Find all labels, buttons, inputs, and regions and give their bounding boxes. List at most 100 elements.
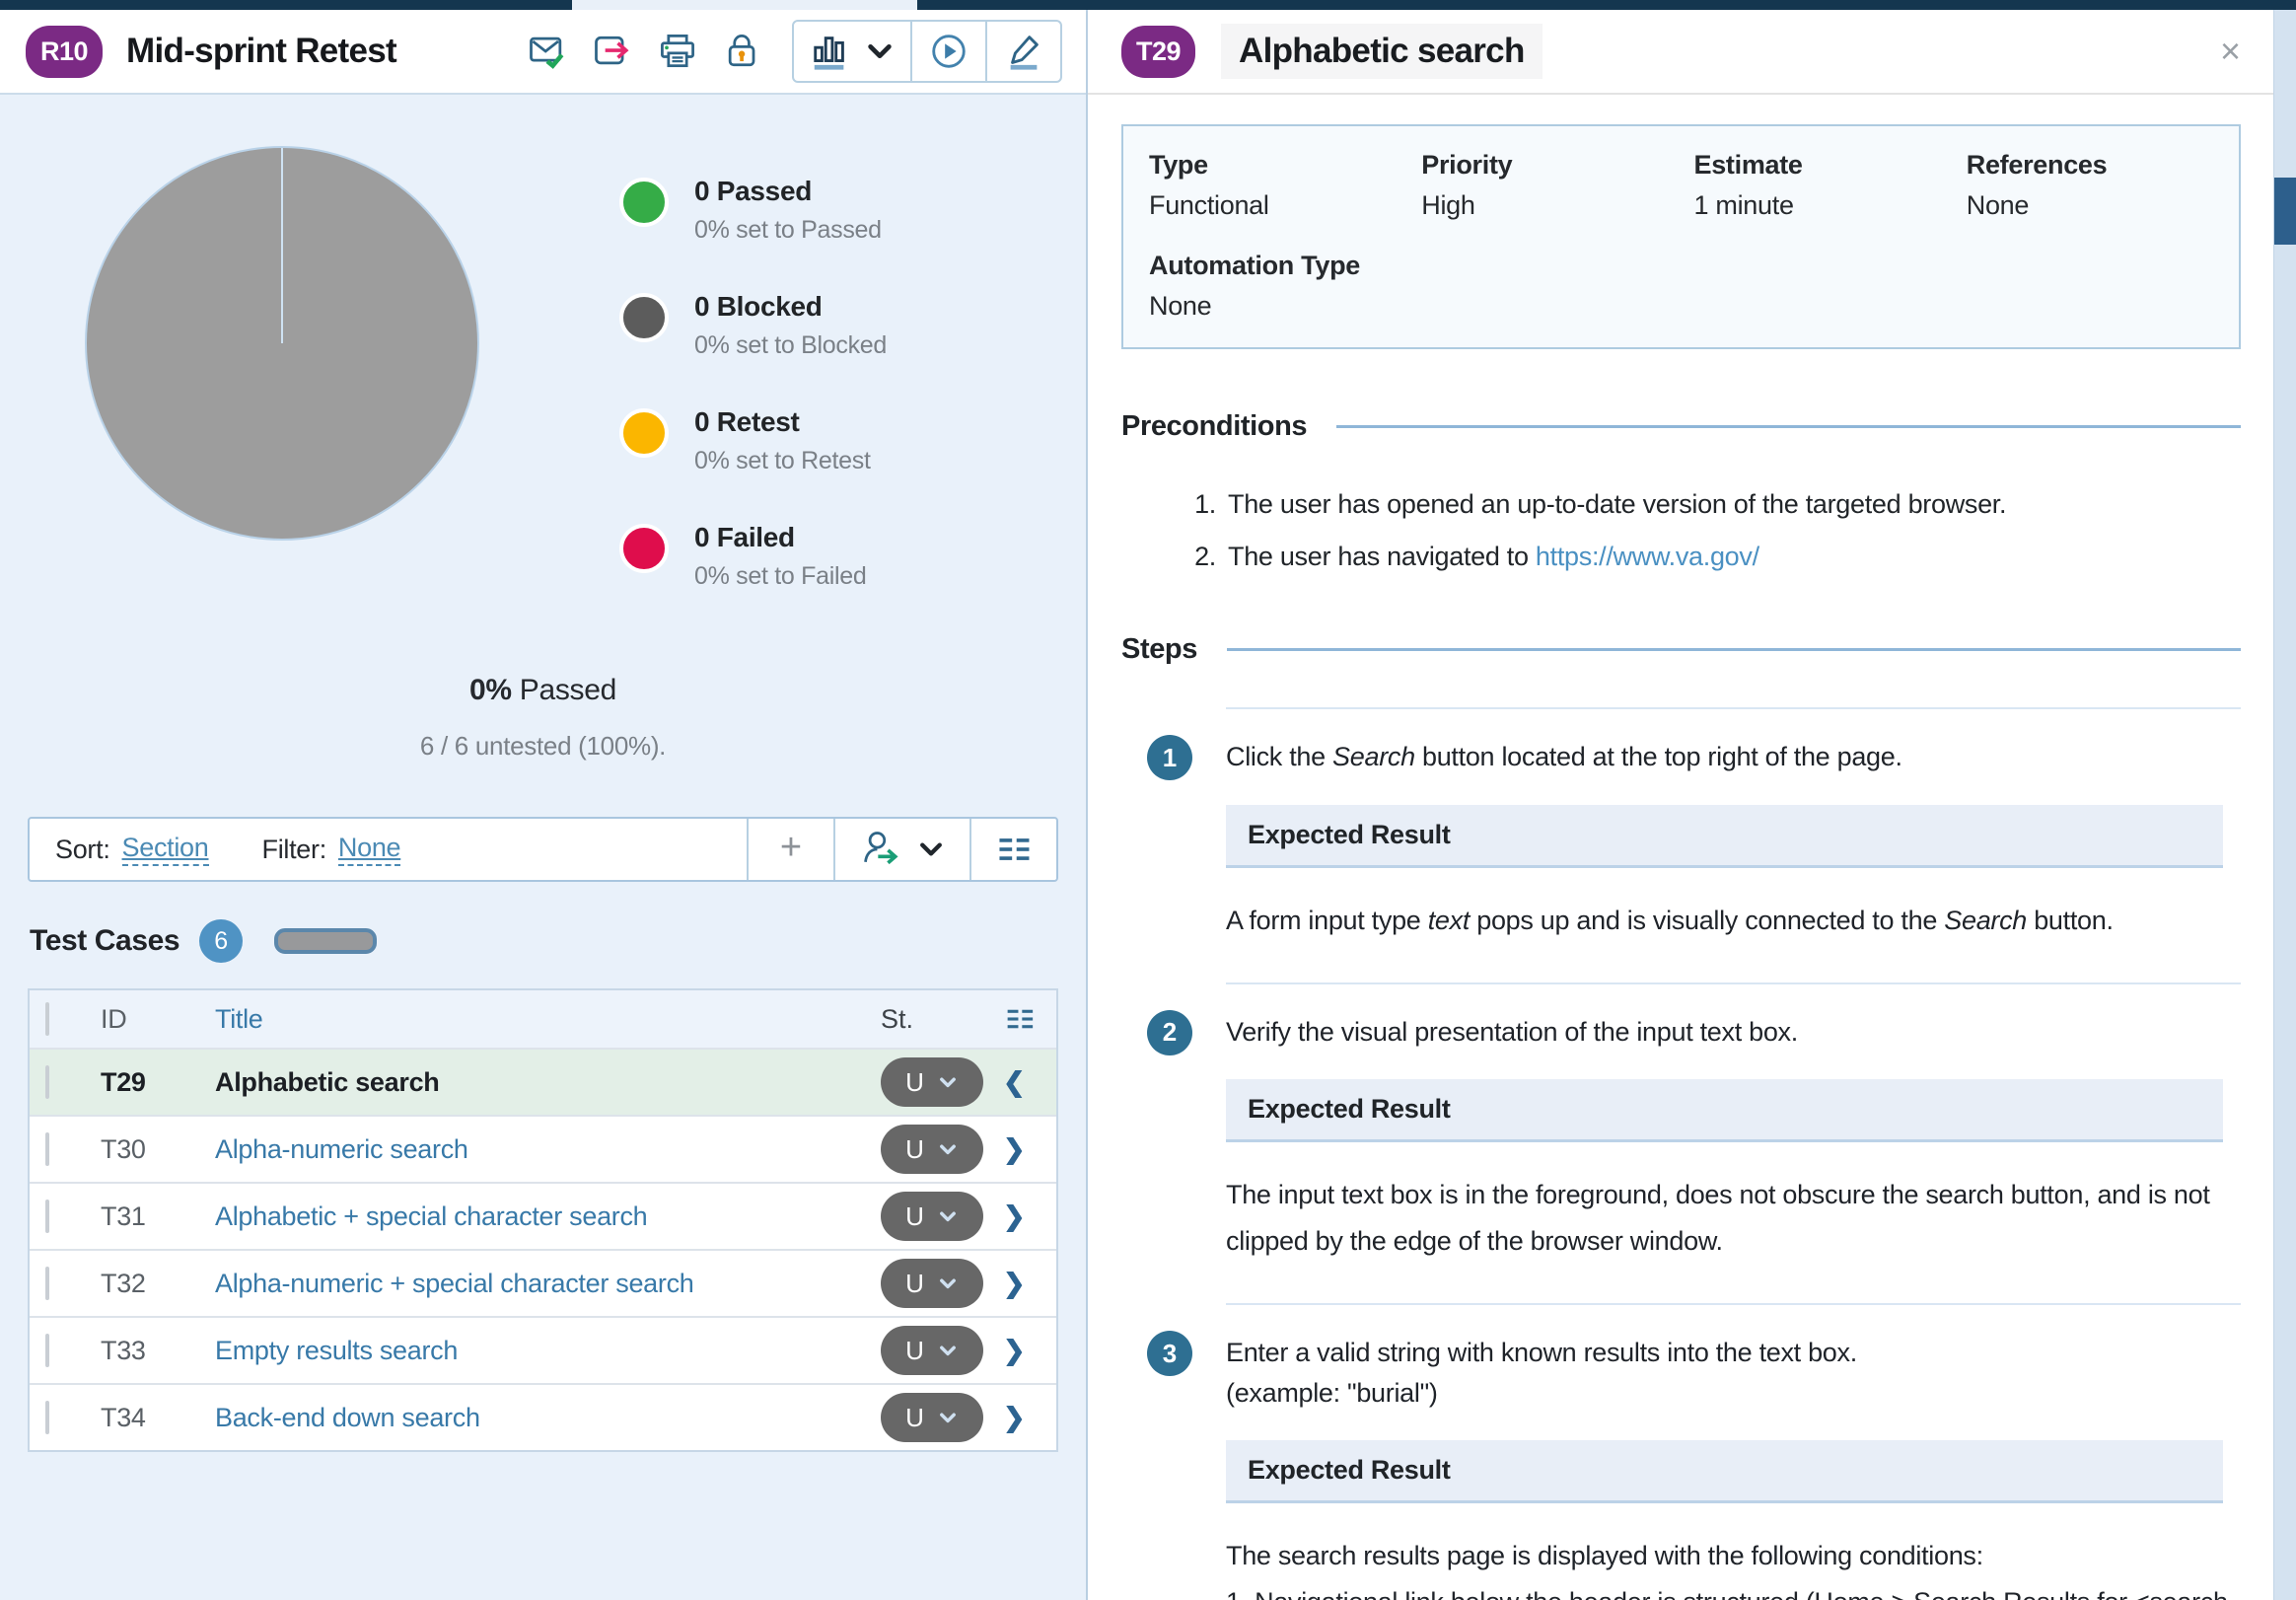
print-icon[interactable]	[656, 30, 699, 73]
pass-label: Passed	[511, 674, 617, 706]
collapse-detail-chevron[interactable]: ❮	[1003, 1067, 1056, 1098]
run-id-badge: R10	[26, 25, 104, 78]
references-value: None	[1966, 190, 2030, 220]
failed-dot	[619, 524, 669, 573]
case-id: T29	[101, 1066, 146, 1097]
header-columns-icon[interactable]	[1003, 1002, 1056, 1036]
steps-section-head: Steps	[1121, 633, 2241, 666]
filter-value-link[interactable]: None	[337, 833, 401, 866]
email-report-icon[interactable]	[526, 30, 569, 73]
legend-title: 0 Retest	[694, 406, 800, 437]
test-cases-table: ID Title St. T29 Alphabetic search U ❮ T…	[28, 988, 1058, 1452]
case-title: Alphabetic search	[1221, 24, 1543, 79]
row-checkbox[interactable]	[45, 1131, 49, 1166]
case-id-badge: T29	[1121, 25, 1196, 78]
case-title-link[interactable]: Back-end down search	[215, 1403, 881, 1433]
sort-filter-labels: Sort: Section Filter: None	[30, 819, 747, 880]
panel-scrollbar[interactable]	[2273, 10, 2296, 1600]
row-checkbox[interactable]	[45, 1064, 49, 1099]
scrollbar-thumb[interactable]	[2274, 178, 2296, 245]
status-dropdown[interactable]: U	[881, 1326, 983, 1375]
assign-to-button[interactable]	[833, 819, 969, 880]
status-dropdown[interactable]: U	[881, 1259, 983, 1308]
expected-result-header: Expected Result	[1226, 804, 2223, 868]
row-checkbox[interactable]	[45, 1333, 49, 1367]
untested-summary: 6 / 6 untested (100%).	[419, 731, 667, 761]
table-row[interactable]: T31 Alphabetic + special character searc…	[30, 1182, 1056, 1249]
export-icon[interactable]	[591, 30, 634, 73]
legend-title: 0 Failed	[694, 522, 795, 552]
bar-chart-icon	[810, 31, 851, 72]
header-id[interactable]: ID	[101, 1004, 215, 1035]
header-status[interactable]: St.	[881, 1004, 1003, 1035]
status-dropdown[interactable]: U	[881, 1192, 983, 1241]
expected-result-text: A form input type text pops up and is vi…	[1226, 905, 2114, 935]
run-tests-button[interactable]	[910, 22, 985, 81]
edit-run-button[interactable]	[985, 22, 1060, 81]
legend-title: 0 Passed	[694, 176, 813, 206]
open-detail-chevron[interactable]: ❯	[1003, 1336, 1056, 1366]
columns-icon	[994, 830, 1034, 869]
expected-result-text: The search results page is displayed wit…	[1226, 1541, 2228, 1600]
case-id: T30	[101, 1133, 146, 1164]
case-title-link[interactable]: Alpha-numeric + special character search	[215, 1269, 881, 1299]
select-all-checkbox[interactable]	[45, 1001, 49, 1036]
estimate-label: Estimate	[1693, 150, 1803, 180]
header-title[interactable]: Title	[215, 1004, 881, 1035]
preconditions-list: 1. The user has opened an up-to-date ver…	[1121, 484, 2241, 576]
preconditions-section-head: Preconditions	[1121, 410, 2241, 443]
open-detail-chevron[interactable]: ❯	[1003, 1403, 1056, 1433]
sort-value-link[interactable]: Section	[121, 833, 209, 866]
row-checkbox[interactable]	[45, 1266, 49, 1300]
chart-dropdown-button[interactable]	[794, 22, 910, 81]
open-detail-chevron[interactable]: ❯	[1003, 1134, 1056, 1165]
pass-rate-summary: 0% Passed	[0, 674, 1086, 707]
priority-value: High	[1421, 190, 1475, 220]
legend-subtitle: 0% set to Failed	[694, 562, 867, 590]
lock-icon[interactable]	[721, 30, 764, 73]
table-row[interactable]: T32 Alpha-numeric + special character se…	[30, 1249, 1056, 1316]
add-test-case-button[interactable]: +	[747, 819, 833, 880]
row-checkbox[interactable]	[45, 1199, 49, 1233]
case-title-link[interactable]: Alpha-numeric search	[215, 1134, 881, 1165]
status-dropdown[interactable]: U	[881, 1393, 983, 1442]
legend-item-passed: 0 Passed 0% set to Passed	[619, 176, 887, 245]
pie-slice-boundary	[281, 148, 283, 343]
case-title-link[interactable]: Alphabetic + special character search	[215, 1201, 881, 1232]
plus-icon: +	[779, 826, 803, 868]
columns-button[interactable]	[969, 819, 1056, 880]
legend-subtitle: 0% set to Blocked	[694, 331, 888, 359]
table-row[interactable]: T29 Alphabetic search U ❮	[30, 1048, 1056, 1115]
legend-subtitle: 0% set to Retest	[694, 447, 871, 474]
table-header-row: ID Title St.	[30, 990, 1056, 1048]
top-window-strip	[0, 0, 2296, 10]
case-title-link[interactable]: Empty results search	[215, 1336, 881, 1366]
expected-result-text: The input text box is in the foreground,…	[1226, 1180, 2210, 1256]
case-title-link[interactable]: Alphabetic search	[215, 1067, 881, 1098]
status-dropdown[interactable]: U	[881, 1057, 983, 1107]
open-detail-chevron[interactable]: ❯	[1003, 1201, 1056, 1232]
step-number-badge: 1	[1147, 735, 1192, 780]
row-checkbox[interactable]	[45, 1400, 49, 1434]
table-row[interactable]: T30 Alpha-numeric search U ❯	[30, 1115, 1056, 1182]
table-row[interactable]: T33 Empty results search U ❯	[30, 1316, 1056, 1383]
precondition-item: 1. The user has opened an up-to-date ver…	[1121, 484, 2241, 525]
sort-filter-toolbar: Sort: Section Filter: None +	[28, 817, 1058, 882]
open-detail-chevron[interactable]: ❯	[1003, 1269, 1056, 1299]
steps-list: 1 Click the Search button located at the…	[1121, 707, 2241, 1600]
status-chart-row: 0 Passed 0% set to Passed 0 Blocked 0% s…	[85, 146, 1086, 591]
status-pie-chart	[85, 146, 479, 541]
edit-pencil-icon	[1003, 31, 1044, 72]
priority-label: Priority	[1421, 150, 1513, 180]
legend-subtitle: 0% set to Passed	[694, 216, 882, 244]
automation-type-label: Automation Type	[1149, 251, 1360, 280]
status-dropdown[interactable]: U	[881, 1125, 983, 1174]
step-item: 1 Click the Search button located at the…	[1121, 707, 2241, 943]
close-icon[interactable]: ×	[2220, 34, 2241, 69]
run-toolbar	[526, 20, 1062, 83]
run-header: R10 Mid-sprint Retest	[0, 10, 1086, 95]
test-cases-count-badge: 6	[199, 919, 244, 963]
expected-result-header: Expected Result	[1226, 1079, 2223, 1143]
filter-label: Filter:	[261, 834, 327, 864]
table-row[interactable]: T34 Back-end down search U ❯	[30, 1383, 1056, 1450]
